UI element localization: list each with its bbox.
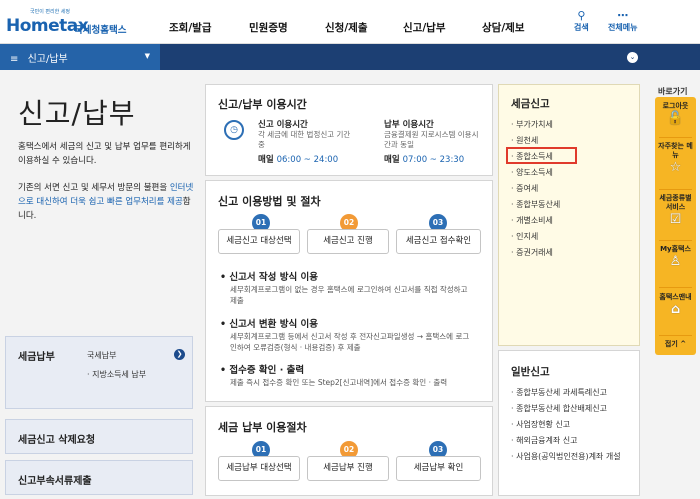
local-income-tax-pay-link[interactable]: · 지방소득세 납부 (87, 369, 146, 380)
payment-title: 세금 납부 이용절차 (218, 421, 307, 434)
report-hours-desc: 각 세금에 대한 법정신고 기간 중 (258, 130, 351, 149)
delete-request-title: 세금신고 삭제요청 (18, 435, 96, 446)
chevron-up-icon: ^ (680, 340, 687, 348)
checkbox-icon: ☑ (669, 212, 682, 227)
hamburger-icon: ≡ (10, 54, 19, 65)
national-tax-pay-link[interactable]: 국세납부 (87, 350, 116, 361)
menu-selector[interactable]: ≡ 신고/납부 ▼ (0, 44, 160, 70)
nav-report-pay[interactable]: 신고/납부 (403, 20, 445, 35)
pay-step-proceed[interactable]: 세금납부 진행 (307, 456, 389, 481)
delete-request-box[interactable]: 세금신고 삭제요청 (5, 419, 193, 454)
tax-report-title: 세금신고 (511, 98, 550, 110)
general-report-title: 일반신고 (511, 366, 550, 378)
general-report-item[interactable]: · 종합부동산세 과세특례신고 (511, 387, 607, 398)
tax-payment-box[interactable]: 세금납부 국세납부 · 지방소득세 납부 ❯ (5, 336, 193, 409)
hometax-logo[interactable]: 국민이 편리한 세정 Hometax 국세청홈택스 (6, 8, 136, 36)
procedure-title: 신고 이용방법 및 절차 (218, 195, 321, 208)
logo-tagline: 국민이 편리한 세정 (30, 9, 70, 15)
all-menu-button[interactable]: ⋯ 전체메뉴 (608, 10, 637, 33)
payment-card: 세금 납부 이용절차 01 02 03 세금납부 대상선택 세금납부 진행 세금… (205, 406, 493, 496)
general-report-item[interactable]: · 사업용(공익법인전용)계좌 개설 (511, 451, 621, 462)
general-report-item[interactable]: · 해외금융계좌 신고 (511, 435, 578, 446)
report-hours-title: 신고 이용시간 (258, 120, 308, 130)
highlight-box (506, 147, 577, 164)
tax-report-item[interactable]: · 개별소비세 (511, 215, 553, 226)
tax-report-item[interactable]: · 증권거래세 (511, 247, 553, 258)
report-step-confirm[interactable]: 세금신고 접수확인 (396, 229, 481, 254)
general-report-item[interactable]: · 종합부동산세 합산배제신고 (511, 403, 607, 414)
intro-text: 홈택스에서 세금의 신고 및 납부 업무를 편리하게 이용하실 수 있습니다. (18, 142, 191, 166)
bullet-title: • 접수증 확인 · 출력 (220, 365, 305, 376)
search-label: 검색 (574, 23, 589, 32)
clock-icon: ◷ (224, 120, 244, 140)
arrow-right-icon[interactable]: ❯ (174, 349, 185, 360)
intro-text-2: 기존의 서면 신고 및 세무서 방문의 불편을 인터넷으로 대신하여 더욱 쉽고… (18, 183, 194, 221)
hometax-guide-button[interactable]: 홈택스맨내 ⌂ (655, 293, 696, 317)
search-icon: ⚲ (577, 9, 586, 22)
star-icon: ☆ (669, 160, 682, 175)
tax-service-button[interactable]: 세금종류별 서비스 ☑ (655, 194, 696, 227)
pay-hours-title: 납부 이용시간 (384, 120, 434, 130)
report-hours-time: 매일 06:00 ~ 24:00 (258, 155, 339, 165)
grid-icon: ⋯ (617, 9, 629, 22)
person-icon: ♙ (669, 254, 682, 269)
chevron-down-icon[interactable]: ⌄ (627, 52, 638, 63)
bullet-title: • 신고서 작성 방식 이용 (220, 272, 318, 283)
bullet-desc: 세무회계프로그램이 없는 경우 홈택스에 로그인하여 신고서를 직접 작성하고 … (230, 285, 468, 305)
pay-step-confirm[interactable]: 세금납부 확인 (396, 456, 481, 481)
hours-card: 신고/납부 이용시간 ◷ 신고 이용시간 각 세금에 대한 법정신고 기간 중 … (205, 84, 493, 176)
quick-label: 바로가기 (658, 87, 688, 96)
quick-bar: 로그아웃 🔓 자주찾는 메뉴 ☆ 세금종류별 서비스 ☑ My홈택스 ♙ 홈택스… (655, 97, 696, 355)
nav-consult-report[interactable]: 상담/제보 (482, 20, 524, 35)
general-report-item[interactable]: · 사업장현황 신고 (511, 419, 570, 430)
collapse-button[interactable]: 접기 ^ (655, 340, 696, 349)
search-button[interactable]: ⚲ 검색 (574, 10, 589, 33)
report-step-proceed[interactable]: 세금신고 진행 (307, 229, 389, 254)
tax-report-panel: 세금신고 · 부가가치세 · 원천세 · 종합소득세 · 양도소득세 · 증여세… (498, 84, 640, 346)
header: 국민이 편리한 세정 Hometax 국세청홈택스 조회/발급 민원증명 신청/… (0, 0, 700, 44)
menu-selector-label: 신고/납부 (27, 54, 68, 65)
tax-payment-title: 세금납부 (18, 352, 55, 363)
tax-report-item[interactable]: · 원천세 (511, 135, 538, 146)
report-step-select[interactable]: 세금신고 대상선택 (218, 229, 300, 254)
pay-hours-desc: 금융결제원 지로시스템 이용시간과 동일 (384, 130, 479, 149)
attachment-submit-title: 신고부속서류제출 (18, 476, 92, 487)
unlock-icon: 🔓 (667, 111, 684, 126)
bullet-desc: 세무회계프로그램 등에서 신고서 작성 후 전자신고파일생성 → 홈택스에 로그… (230, 332, 470, 352)
logo-korean: 국세청홈택스 (74, 25, 127, 36)
caret-down-icon: ▼ (144, 52, 150, 60)
bullet-desc: 제출 즉시 접수증 확인 또는 Step2[신고내역]에서 접수증 확인 · 출… (230, 378, 448, 387)
pay-hours-time: 매일 07:00 ~ 23:30 (384, 155, 465, 165)
tax-report-item[interactable]: · 종합부동산세 (511, 199, 560, 210)
logout-button[interactable]: 로그아웃 🔓 (655, 102, 696, 126)
pay-step-select[interactable]: 세금납부 대상선택 (218, 456, 300, 481)
bullet-title: • 신고서 변환 방식 이용 (220, 319, 318, 330)
all-menu-label: 전체메뉴 (608, 23, 638, 32)
attachment-submit-box[interactable]: 신고부속서류제출 (5, 460, 193, 495)
tax-report-item[interactable]: · 인지세 (511, 231, 538, 242)
tax-report-item[interactable]: · 양도소득세 (511, 167, 553, 178)
nav-civil-certificate[interactable]: 민원증명 (249, 20, 288, 35)
menu-bar: ≡ 신고/납부 ▼ ⌄ (0, 44, 700, 70)
nav-apply-submit[interactable]: 신청/제출 (325, 20, 367, 35)
my-hometax-button[interactable]: My홈택스 ♙ (655, 245, 696, 269)
home-icon: ⌂ (670, 302, 681, 317)
favorite-menu-button[interactable]: 자주찾는 메뉴 ☆ (655, 142, 696, 175)
tax-report-item[interactable]: · 증여세 (511, 183, 538, 194)
page-title: 신고/납부 (18, 97, 136, 130)
hours-title: 신고/납부 이용시간 (218, 98, 307, 111)
general-report-panel: 일반신고 · 종합부동산세 과세특례신고 · 종합부동산세 합산배제신고 · 사… (498, 350, 640, 496)
nav-inquiry-issue[interactable]: 조회/발급 (169, 20, 211, 35)
procedure-card: 신고 이용방법 및 절차 01 02 03 세금신고 대상선택 세금신고 진행 … (205, 180, 493, 402)
tax-report-item[interactable]: · 부가가치세 (511, 119, 553, 130)
